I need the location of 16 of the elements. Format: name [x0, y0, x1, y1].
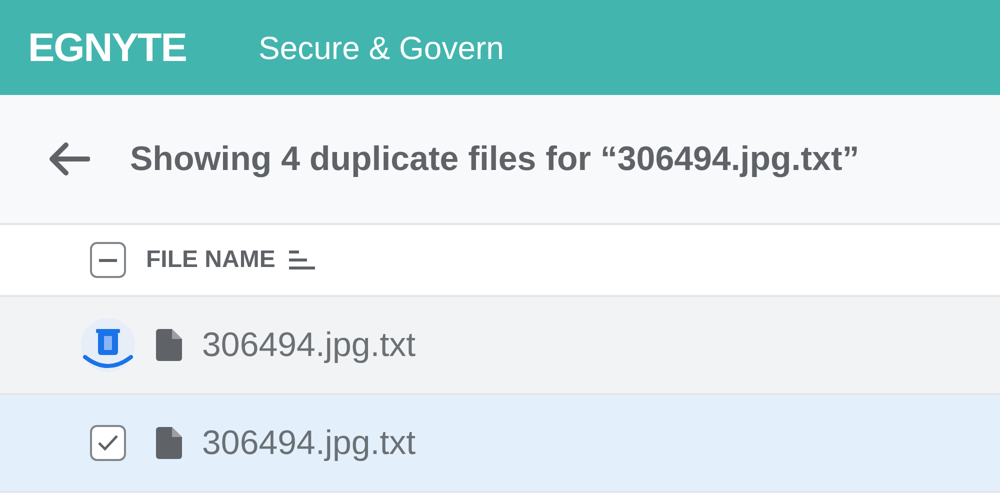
row-checkbox[interactable] — [90, 425, 126, 461]
checkmark-icon — [96, 433, 120, 453]
logo[interactable]: EGNYTE — [28, 18, 186, 78]
column-header[interactable]: FILE NAME — [146, 242, 276, 278]
sort-icon[interactable] — [287, 249, 318, 271]
file-row[interactable]: 306494.jpg.txt — [0, 395, 1000, 493]
page-title: Showing 4 duplicate files for “306494.jpg.txt” — [130, 138, 860, 180]
file-icon — [156, 329, 182, 361]
file-row[interactable]: 306494.jpg.txt — [0, 297, 1000, 395]
select-all-checkbox[interactable] — [90, 242, 126, 278]
product-name: Secure & Govern — [258, 28, 504, 68]
file-icon — [156, 427, 182, 459]
file-name: 306494.jpg.txt — [202, 422, 416, 464]
trash-icon[interactable] — [80, 317, 136, 373]
back-arrow-icon[interactable] — [48, 142, 90, 176]
file-name: 306494.jpg.txt — [202, 324, 416, 366]
